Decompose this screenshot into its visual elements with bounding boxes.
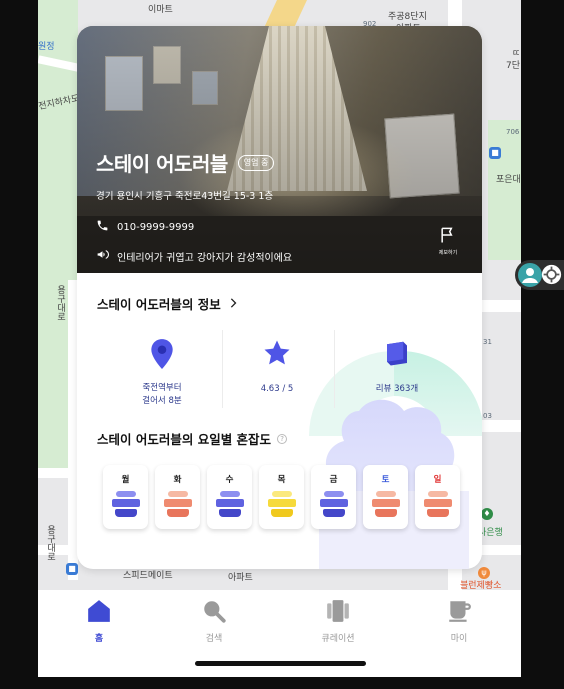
home-indicator [195, 661, 366, 666]
review-book-icon [347, 338, 447, 372]
store-hero-image: 스테이 어도러블 영업 중 경기 용인시 기흥구 죽전로43번길 15-3 1층… [77, 26, 482, 273]
map-label: 03 [483, 412, 492, 420]
day-tile: 토 [363, 465, 408, 529]
tab-home[interactable]: 홈 [69, 598, 129, 644]
map-label: 31 [483, 338, 492, 346]
avatar-icon [518, 263, 542, 291]
congestion-cup-icon [423, 491, 452, 521]
congestion-cup-icon [319, 491, 348, 521]
map-label: 용구대로 [45, 525, 55, 561]
bus-stop-icon[interactable]: ■ [489, 147, 501, 159]
star-icon [232, 338, 322, 372]
search-icon [201, 598, 227, 624]
tab-label: 큐레이션 [321, 634, 355, 644]
map-label: 706 [506, 128, 520, 136]
store-address: 경기 용인시 기흥구 죽전로43번길 15-3 1층 [96, 191, 274, 202]
status-badge: 영업 중 [237, 154, 275, 171]
stat-rating: 4.63 / 5 [232, 326, 322, 414]
day-label: 일 [433, 475, 442, 485]
day-tile: 월 [103, 465, 148, 529]
tab-curation[interactable]: 큐레이션 [308, 598, 368, 644]
congestion-days: 월화수목금토일 [103, 465, 460, 529]
day-label: 월 [121, 475, 130, 485]
bus-stop-icon[interactable]: ■ [66, 563, 78, 575]
location-pin-icon [117, 338, 207, 374]
tab-search[interactable]: 검색 [184, 598, 244, 644]
map-label: 용구대로 [55, 285, 65, 321]
help-icon[interactable]: ? [277, 433, 288, 444]
day-tile: 화 [155, 465, 200, 529]
day-label: 수 [225, 475, 234, 485]
rating-value: 4.63 / 5 [260, 384, 294, 394]
congestion-cup-icon [371, 491, 400, 521]
map-label: 블런제빵소 [460, 581, 502, 590]
stat-label: 걸어서 8분 [142, 396, 182, 406]
review-count: 리뷰 363개 [375, 384, 419, 394]
report-button[interactable]: 제보하기 [434, 225, 462, 256]
congestion-cup-icon [163, 491, 192, 521]
map-label: 스피드메이트 [123, 571, 173, 581]
info-section-header[interactable]: 스테이 어도러블의 정보 [97, 294, 237, 313]
info-section-title: 스테이 어도러블의 정보 [97, 297, 221, 312]
floating-profile-bubble[interactable] [515, 260, 564, 290]
day-tile: 목 [259, 465, 304, 529]
report-label: 제보하기 [438, 250, 458, 256]
my-cup-icon [446, 598, 472, 624]
curation-icon [325, 598, 351, 624]
tab-label: 홈 [94, 634, 104, 644]
home-icon [86, 598, 112, 624]
day-label: 화 [173, 475, 182, 485]
settings-cog-icon [541, 264, 562, 289]
day-label: 금 [329, 475, 338, 485]
store-card: 스테이 어도러블 영업 중 경기 용인시 기흥구 죽전로43번길 15-3 1층… [77, 26, 482, 569]
flag-icon [438, 227, 458, 249]
day-label: 목 [277, 475, 286, 485]
congestion-cup-icon [111, 491, 140, 521]
chevron-right-icon [229, 296, 237, 311]
day-tile: 금 [311, 465, 356, 529]
congestion-cup-icon [215, 491, 244, 521]
map-label: 아파트 [228, 573, 253, 583]
stat-walking-distance: 죽전역부터 걸어서 8분 [117, 326, 207, 414]
phone-icon [96, 219, 109, 235]
day-tile: 일 [415, 465, 460, 529]
day-tile: 수 [207, 465, 252, 529]
megaphone-icon [96, 248, 109, 264]
tab-my[interactable]: 마이 [429, 598, 489, 644]
tab-label: 검색 [205, 634, 223, 644]
bottom-tab-bar: 홈 검색 큐레이션 마이 [38, 590, 521, 677]
store-name: 스테이 어도러블 [96, 152, 228, 176]
map-label: 7단 [506, 61, 521, 71]
congestion-cup-icon [267, 491, 296, 521]
day-label: 토 [381, 475, 390, 485]
map-label: 원정 [38, 42, 55, 52]
congestion-title: 스테이 어도러블의 요일별 혼잡도 [97, 432, 272, 447]
tab-label: 마이 [450, 634, 468, 644]
map-label: 포은대 [496, 175, 521, 185]
app-screen: 이마트 주공8단지 아파트 902 원정 전지하차도 706 포은대 ㄸ 7단 … [38, 0, 521, 677]
stat-label: 죽전역부터 [142, 383, 182, 393]
store-phone[interactable]: 010-9999-9999 [117, 222, 194, 233]
congestion-header: 스테이 어도러블의 요일별 혼잡도 ? [97, 429, 288, 448]
bank-icon[interactable]: ♦ [481, 508, 493, 520]
map-label: 이마트 [148, 5, 173, 15]
store-notice: 인테리어가 귀엽고 강아지가 감성적이에요 [117, 252, 293, 264]
stat-reviews[interactable]: 리뷰 363개 [347, 326, 447, 414]
